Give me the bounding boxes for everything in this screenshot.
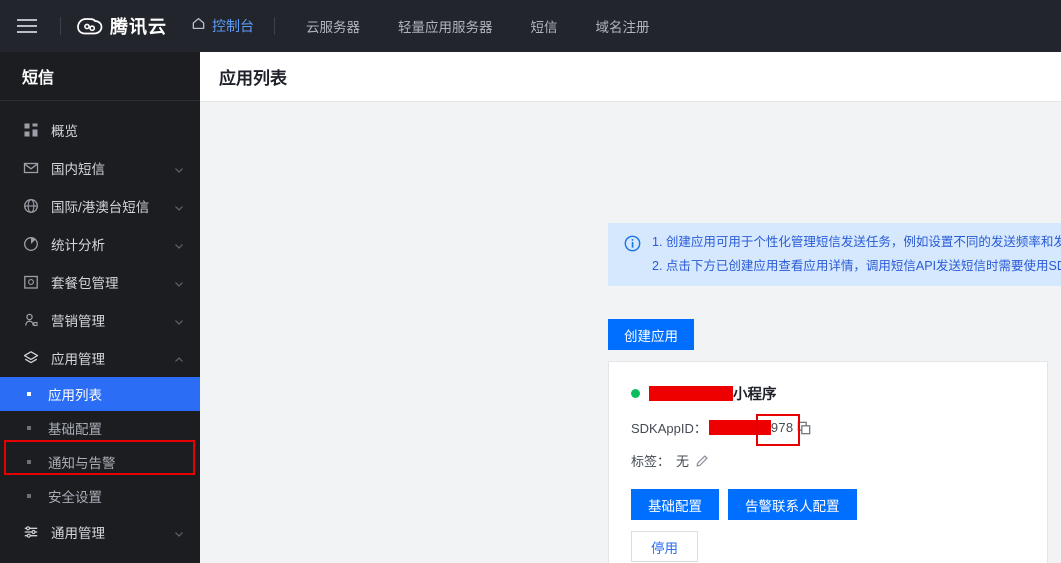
- sidebar-item-label: 通用管理: [51, 526, 105, 541]
- nav-links: 云服务器 轻量应用服务器 短信 域名注册: [287, 16, 669, 36]
- pie-chart-icon: [22, 236, 39, 253]
- app-name-suffix: 小程序: [733, 387, 777, 403]
- sidebar-item-label: 国内短信: [51, 162, 105, 177]
- app-name-row: 小程序: [631, 383, 1047, 404]
- chevron-down-icon: [174, 163, 184, 173]
- main-content: 应用列表 1. 创建应用可用于个性化管理短信发送任务，例如设置不同的发送频率和发…: [200, 52, 1061, 563]
- sidebar-item-general-management[interactable]: 通用管理: [0, 513, 200, 551]
- chevron-down-icon: [174, 239, 184, 249]
- app-card: 小程序 SDKAppID： 978 标签： 无 基础配置 告警联系人配置 停用: [608, 361, 1048, 563]
- sidebar-subitem-label: 通知与告警: [48, 456, 116, 471]
- copy-icon[interactable]: [797, 421, 811, 435]
- sidebar-item-marketing[interactable]: 营销管理: [0, 301, 200, 339]
- tag-label: 标签：: [631, 454, 671, 469]
- bullet-dot-icon: [27, 460, 31, 464]
- bullet-dot-icon: [27, 392, 31, 396]
- console-label: 控制台: [212, 18, 254, 34]
- sidebar-subitem-label: 安全设置: [48, 490, 102, 505]
- grid-icon: [22, 122, 39, 139]
- sidebar-subitem-label: 应用列表: [48, 388, 102, 403]
- banner-line-1: 1. 创建应用可用于个性化管理短信发送任务，例如设置不同的发送频率和发送: [652, 235, 1061, 249]
- app-action-buttons: 基础配置 告警联系人配置: [631, 489, 1047, 520]
- app-card-inner: 小程序 SDKAppID： 978 标签： 无 基础配置 告警联系人配置 停用: [609, 362, 1047, 562]
- banner-line-2: 2. 点击下方已创建应用查看应用详情，调用短信API发送短信时需要使用SDK: [652, 259, 1061, 273]
- content-area: 1. 创建应用可用于个性化管理短信发送任务，例如设置不同的发送频率和发送 2. …: [200, 102, 1061, 563]
- info-circle-icon: [624, 234, 641, 275]
- chevron-up-icon: [174, 353, 184, 363]
- sidebar: 短信 概览 国内短信 国际/港澳台短信 统计分析 套餐包管理 营销管理 应用管理…: [0, 52, 200, 563]
- banner-lines: 1. 创建应用可用于个性化管理短信发送任务，例如设置不同的发送频率和发送 2. …: [652, 234, 1061, 275]
- tencent-cloud-logo-icon: [77, 16, 103, 36]
- app-name[interactable]: 小程序: [649, 383, 777, 404]
- alarm-contact-config-button[interactable]: 告警联系人配置: [728, 489, 857, 520]
- page-header: 应用列表: [200, 52, 1061, 102]
- chevron-down-icon: [174, 527, 184, 537]
- sidebar-item-domestic-sms[interactable]: 国内短信: [0, 149, 200, 187]
- nav-divider: [60, 17, 61, 35]
- sidebar-subitem-label: 基础配置: [48, 422, 102, 437]
- user-group-icon: [22, 312, 39, 329]
- create-app-button[interactable]: 创建应用: [608, 319, 694, 350]
- hamburger-icon[interactable]: [0, 0, 54, 52]
- brand-logo-link[interactable]: 腾讯云: [67, 13, 177, 39]
- basic-config-button[interactable]: 基础配置: [631, 489, 719, 520]
- sdkappid-tail: 978: [770, 420, 794, 435]
- top-navigation-bar: 腾讯云 控制台 云服务器 轻量应用服务器 短信 域名注册: [0, 0, 1061, 52]
- package-icon: [22, 274, 39, 291]
- sidebar-item-label: 国际/港澳台短信: [51, 200, 150, 215]
- chevron-down-icon: [174, 201, 184, 211]
- sidebar-title: 短信: [0, 52, 200, 101]
- sidebar-menu: 概览 国内短信 国际/港澳台短信 统计分析 套餐包管理 营销管理 应用管理 应用…: [0, 101, 200, 551]
- sidebar-item-label: 统计分析: [51, 238, 105, 253]
- layers-icon: [22, 350, 39, 367]
- redacted-app-name: [649, 386, 733, 401]
- sidebar-item-label: 应用管理: [51, 352, 105, 367]
- chevron-down-icon: [174, 315, 184, 325]
- sidebar-item-security-settings[interactable]: 安全设置: [0, 479, 200, 513]
- nav-link-domain[interactable]: 域名注册: [577, 16, 669, 36]
- nav-link-sms[interactable]: 短信: [512, 16, 577, 36]
- sidebar-item-label: 营销管理: [51, 314, 105, 329]
- chevron-down-icon: [174, 277, 184, 287]
- sidebar-item-package-management[interactable]: 套餐包管理: [0, 263, 200, 301]
- sidebar-item-label: 套餐包管理: [51, 276, 119, 291]
- sidebar-item-app-management[interactable]: 应用管理: [0, 339, 200, 377]
- sidebar-item-app-list[interactable]: 应用列表: [0, 377, 200, 411]
- globe-icon: [22, 198, 39, 215]
- bullet-dot-icon: [27, 494, 31, 498]
- brand-name: 腾讯云: [110, 17, 167, 37]
- home-icon: [191, 16, 206, 36]
- mail-icon: [22, 160, 39, 177]
- sdkappid-row: SDKAppID： 978: [631, 418, 1047, 437]
- bullet-dot-icon: [27, 426, 31, 430]
- sliders-icon: [22, 524, 39, 541]
- page-title: 应用列表: [219, 69, 287, 88]
- nav-link-cvm[interactable]: 云服务器: [287, 16, 379, 36]
- pencil-icon[interactable]: [695, 454, 709, 468]
- sidebar-item-international-sms[interactable]: 国际/港澳台短信: [0, 187, 200, 225]
- tag-row: 标签： 无: [631, 451, 1047, 470]
- nav-link-lighthouse[interactable]: 轻量应用服务器: [379, 16, 512, 36]
- console-link[interactable]: 控制台: [177, 16, 268, 36]
- sidebar-item-overview[interactable]: 概览: [0, 111, 200, 149]
- tag-value: 无: [676, 454, 690, 469]
- disable-button[interactable]: 停用: [631, 531, 698, 562]
- info-banner: 1. 创建应用可用于个性化管理短信发送任务，例如设置不同的发送频率和发送 2. …: [608, 223, 1061, 286]
- sidebar-item-label: 概览: [51, 124, 78, 139]
- page-root: 腾讯云 控制台 云服务器 轻量应用服务器 短信 域名注册 短信 概览 国内短信 …: [0, 0, 1061, 563]
- sdkappid-label: SDKAppID：: [631, 421, 707, 436]
- sidebar-item-basic-config[interactable]: 基础配置: [0, 411, 200, 445]
- sidebar-item-notification-alarm[interactable]: 通知与告警: [0, 445, 200, 479]
- page-body: 短信 概览 国内短信 国际/港澳台短信 统计分析 套餐包管理 营销管理 应用管理…: [0, 52, 1061, 563]
- redacted-sdkappid: [708, 420, 771, 435]
- status-dot-icon: [631, 389, 640, 398]
- nav-divider-2: [274, 17, 275, 35]
- sidebar-item-statistics[interactable]: 统计分析: [0, 225, 200, 263]
